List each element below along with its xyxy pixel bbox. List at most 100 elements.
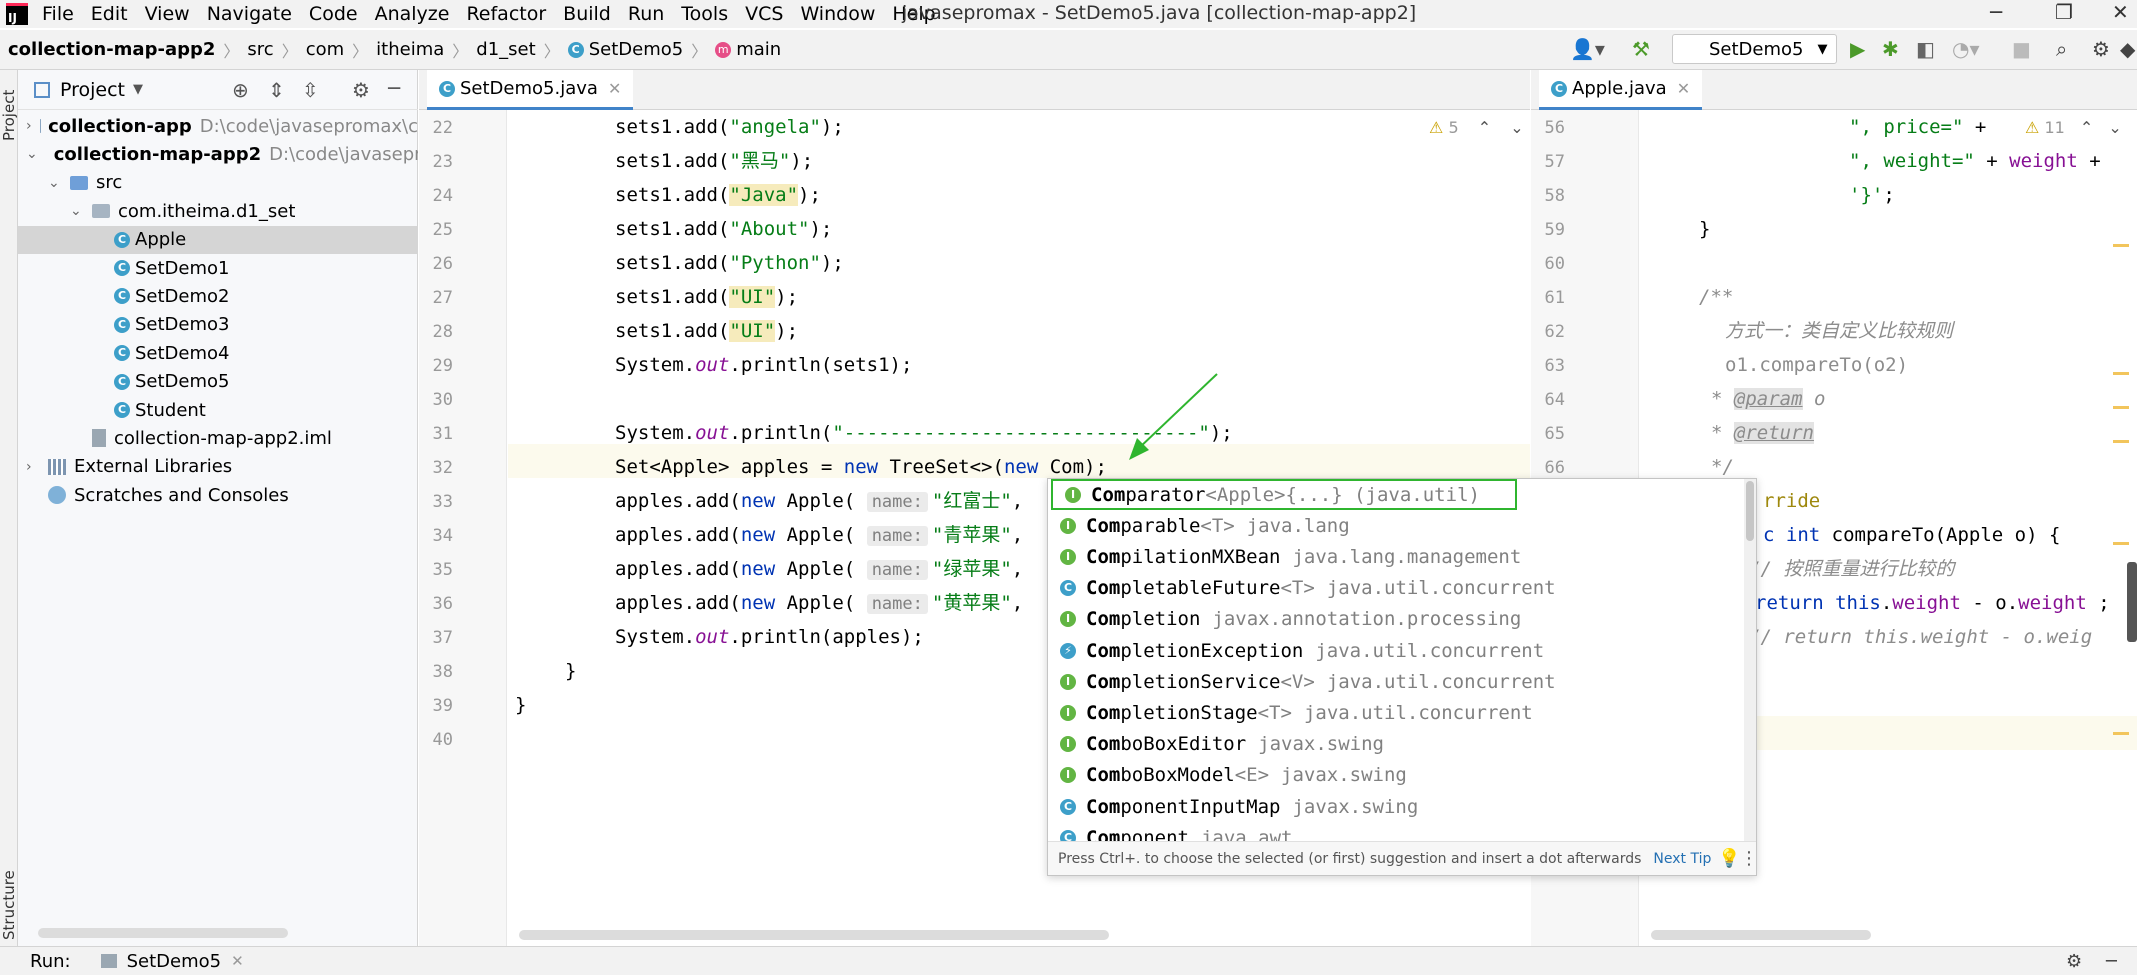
next-tip-link[interactable]: Next Tip (1653, 851, 1711, 867)
completion-item[interactable]: I Com parable <T> java.lang (1048, 510, 1738, 541)
menu-view[interactable]: View (145, 3, 190, 25)
right-editor-vertical-scrollbar[interactable] (2127, 562, 2137, 642)
left-editor-horizontal-scrollbar[interactable] (519, 930, 1109, 940)
coverage-icon[interactable]: ◧ (1916, 37, 1935, 61)
close-window-icon[interactable]: ✕ (2112, 0, 2129, 24)
breadcrumb-com[interactable]: com (306, 39, 344, 60)
project-panel-title[interactable]: Project (60, 79, 125, 101)
menu-build[interactable]: Build (563, 3, 611, 25)
tree-item-apple[interactable]: C Apple (18, 225, 418, 254)
warning-indicator[interactable]: ⚠ 11 ⌃ ⌄ (2025, 118, 2122, 137)
menu-run[interactable]: Run (628, 3, 664, 25)
warning-indicator[interactable]: ⚠ 5 ⌃ ⌄ (1429, 118, 1524, 137)
collapse-all-icon[interactable]: ⇳ (302, 78, 319, 102)
settings-gear-icon[interactable]: ⚙ (2092, 37, 2110, 61)
completion-item[interactable]: I Com boBoxModel <E> javax.swing (1048, 760, 1738, 791)
completion-scrollbar-thumb[interactable] (1746, 481, 1754, 541)
close-tab-icon[interactable]: ✕ (231, 952, 244, 970)
close-tab-icon[interactable]: ✕ (608, 79, 621, 98)
chevron-up-icon[interactable]: ⌃ (2080, 118, 2093, 137)
tree-item-setdemo2[interactable]: C SetDemo2 (18, 282, 418, 310)
tree-item-external-libraries[interactable]: › External Libraries (18, 453, 418, 481)
chevron-down-icon[interactable]: ⌄ (48, 175, 62, 191)
tab-setdemo5[interactable]: C SetDemo5.java ✕ (427, 70, 634, 110)
chevron-down-icon[interactable]: ⌄ (26, 146, 38, 162)
chevron-down-icon[interactable]: ⌄ (2108, 118, 2121, 137)
tree-item-scratches-and-consoles[interactable]: Scratches and Consoles (18, 481, 418, 509)
completion-item[interactable]: I Com pletionService <V> java.util.concurren… (1048, 666, 1738, 697)
menu-navigate[interactable]: Navigate (207, 3, 292, 25)
completion-item[interactable]: ⚡ Com pletionException java.util.concurrent (1048, 635, 1738, 666)
lightbulb-icon[interactable]: 💡 (1718, 848, 1740, 869)
completion-item[interactable]: C Com ponent java.awt (1048, 822, 1738, 841)
breadcrumb-itheima[interactable]: itheima (376, 39, 444, 60)
stop-icon[interactable]: ■ (2012, 37, 2031, 61)
user-icon[interactable]: 👤▾ (1570, 37, 1605, 61)
run-icon[interactable]: ▶ (1850, 37, 1865, 61)
tree-item-com-itheima-d1-set[interactable]: ⌄ com.itheima.d1_set (18, 197, 418, 225)
tree-item-setdemo1[interactable]: C SetDemo1 (18, 254, 418, 282)
settings-gear-icon[interactable]: ⚙ (2066, 951, 2082, 972)
breadcrumb-src[interactable]: src (247, 39, 273, 60)
completion-item[interactable]: I Com pletion javax.annotation.processing (1048, 604, 1738, 635)
restore-icon[interactable]: ❐ (2055, 0, 2073, 24)
tree-item-src[interactable]: ⌄ src (18, 169, 418, 197)
tree-item-label: com.itheima.d1_set (118, 200, 296, 222)
hide-panel-icon[interactable]: ─ (2106, 951, 2117, 972)
menu-file[interactable]: File (42, 3, 74, 25)
menu-window[interactable]: Window (800, 3, 875, 25)
project-tool-button[interactable]: Project (0, 78, 18, 152)
chevron-down-icon[interactable]: ⌄ (1510, 118, 1523, 137)
tree-item-collection-app[interactable]: › collection-app D:\code\javasepromax\c (18, 112, 418, 140)
breadcrumb-main[interactable]: m main (715, 39, 781, 60)
chevron-up-icon[interactable]: ⌃ (1478, 118, 1491, 137)
chevron-down-icon[interactable]: ⌄ (70, 203, 84, 219)
completion-item[interactable]: C Com pletableFuture <T> java.util.concurren… (1048, 573, 1738, 604)
right-editor-horizontal-scrollbar[interactable] (1651, 930, 1871, 940)
chevron-right-icon[interactable]: › (26, 118, 32, 134)
build-hammer-icon[interactable]: ⚒ (1632, 37, 1650, 61)
tree-item-collection-map-app2[interactable]: ⌄ collection-map-app2 D:\code\javasepro (18, 140, 418, 168)
completion-item[interactable]: I Com pletionStage <T> java.util.concurrent (1048, 697, 1738, 728)
completion-item[interactable]: I Com boBoxEditor javax.swing (1048, 729, 1738, 760)
search-icon[interactable]: ⌕ (2056, 37, 2067, 61)
menu-code[interactable]: Code (309, 3, 358, 25)
breadcrumb-setdemo5[interactable]: C SetDemo5 (567, 39, 683, 60)
settings-gear-icon[interactable]: ⚙ (352, 78, 370, 102)
ide-logo-icon[interactable]: ◆ (2120, 37, 2135, 61)
chevron-right-icon[interactable]: › (26, 459, 40, 475)
chevron-down-icon[interactable]: ▼ (133, 82, 143, 97)
run-configuration-select[interactable]: SetDemo5 ▼ (1672, 34, 1837, 64)
code-line-23: sets1.add("黑马"); (615, 150, 814, 172)
tree-item-setdemo3[interactable]: C SetDemo3 (18, 311, 418, 339)
breadcrumb-project[interactable]: collection-map-app2 (8, 39, 215, 60)
profile-icon[interactable]: ◔▾ (1952, 37, 1980, 61)
structure-tool-button[interactable]: Structure (0, 860, 18, 950)
menu-analyze[interactable]: Analyze (375, 3, 450, 25)
more-options-icon[interactable]: ⋮ (1740, 848, 1758, 869)
close-tab-icon[interactable]: ✕ (1677, 79, 1690, 98)
tree-item-collection-map-app2-iml[interactable]: collection-map-app2.iml (18, 424, 418, 452)
tree-item-student[interactable]: C Student (18, 396, 418, 424)
expand-all-icon[interactable]: ⇕ (268, 78, 285, 102)
completion-match-text: Com (1086, 577, 1121, 600)
locate-icon[interactable]: ⊕ (232, 78, 249, 102)
menu-vcs[interactable]: VCS (745, 3, 783, 25)
tab-apple[interactable]: C Apple.java ✕ (1539, 70, 1703, 110)
line-number: 57 (1544, 152, 1565, 172)
completion-item[interactable]: C Com ponentInputMap javax.swing (1048, 791, 1738, 822)
completion-item[interactable]: I Com pilationMXBean java.lang.management (1048, 541, 1738, 572)
tree-item-setdemo5[interactable]: C SetDemo5 (18, 368, 418, 396)
menu-refactor[interactable]: Refactor (466, 3, 546, 25)
menu-tools[interactable]: Tools (681, 3, 728, 25)
breadcrumb-d1-set[interactable]: d1_set (476, 39, 535, 60)
completion-item[interactable]: I Com parator <Apple>{...} (java.util) (1051, 479, 1517, 510)
debug-icon[interactable]: ✱ (1882, 37, 1899, 61)
completion-scrollbar[interactable] (1744, 479, 1756, 841)
menu-edit[interactable]: Edit (91, 3, 128, 25)
hide-panel-icon[interactable]: ─ (388, 76, 400, 100)
run-tab-setdemo5[interactable]: SetDemo5 (127, 951, 222, 972)
minimize-icon[interactable]: ─ (1990, 0, 2002, 24)
project-horizontal-scrollbar[interactable] (38, 928, 288, 938)
tree-item-setdemo4[interactable]: C SetDemo4 (18, 339, 418, 367)
